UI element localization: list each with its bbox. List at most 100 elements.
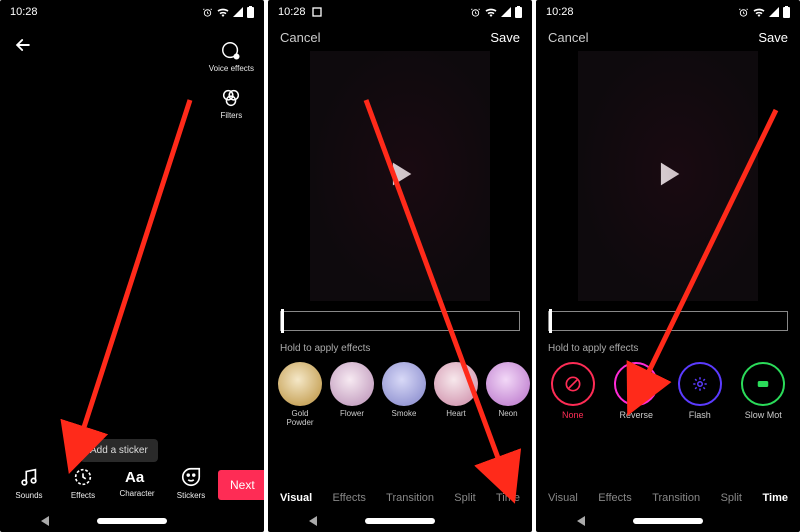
effect-smoke[interactable]: Smoke: [382, 362, 426, 428]
cancel-button[interactable]: Cancel: [548, 30, 588, 45]
filters-button[interactable]: Filters: [220, 87, 242, 120]
voice-effects-button[interactable]: Voice effects: [209, 40, 254, 73]
voice-effects-label: Voice effects: [209, 64, 254, 73]
tab-visual[interactable]: Visual: [546, 486, 580, 510]
tab-split[interactable]: Split: [719, 486, 744, 510]
video-preview[interactable]: [310, 51, 490, 301]
alarm-icon: [470, 7, 481, 18]
screen-editor-main: 10:28 Voice effects Filters: [0, 0, 264, 532]
status-bar: 10:28: [268, 0, 532, 24]
filters-icon: [220, 87, 242, 109]
playhead-indicator[interactable]: [281, 309, 284, 333]
video-preview[interactable]: [578, 51, 758, 301]
effects-button[interactable]: Effects: [64, 466, 102, 500]
tab-transition[interactable]: Transition: [650, 486, 702, 510]
character-button[interactable]: Aa Character: [118, 466, 156, 500]
slowmo-icon: [754, 375, 772, 393]
battery-icon: [247, 6, 254, 18]
android-nav-bar: [0, 510, 264, 532]
signal-icon: [233, 7, 243, 17]
wifi-icon: [753, 7, 765, 17]
stickers-label: Stickers: [177, 491, 205, 500]
time-flash-label: Flash: [689, 410, 711, 420]
tab-time[interactable]: Time: [494, 486, 522, 510]
sounds-button[interactable]: Sounds: [10, 466, 48, 500]
effect-flower[interactable]: Flower: [330, 362, 374, 428]
signal-icon: [501, 7, 511, 17]
effects-clock-icon: [72, 466, 94, 488]
tab-visual[interactable]: Visual: [278, 486, 314, 510]
save-button[interactable]: Save: [490, 30, 520, 45]
tab-transition[interactable]: Transition: [384, 486, 436, 510]
status-bar: 10:28: [0, 0, 264, 24]
nav-home-pill[interactable]: [97, 518, 167, 524]
effect-gold-powder[interactable]: Gold Powder: [278, 362, 322, 428]
next-button[interactable]: Next: [218, 470, 264, 500]
hold-to-apply-hint: Hold to apply effects: [548, 343, 800, 354]
signal-icon: [769, 7, 779, 17]
time-none-label: None: [562, 410, 584, 420]
time-effect-none[interactable]: None: [548, 362, 598, 420]
time-effect-slowmo[interactable]: Slow Mot: [739, 362, 789, 420]
alarm-icon: [738, 7, 749, 18]
nav-back-icon[interactable]: [309, 516, 317, 526]
status-icons: [738, 6, 790, 18]
add-sticker-tooltip: Add a sticker: [80, 439, 158, 462]
visual-effects-row: Gold Powder Flower Smoke Heart Neon Rain…: [268, 362, 532, 428]
tab-time[interactable]: Time: [761, 486, 790, 510]
music-note-icon: [18, 466, 40, 488]
status-bar: 10:28: [536, 0, 800, 24]
tab-effects[interactable]: Effects: [330, 486, 367, 510]
character-label: Character: [119, 489, 154, 498]
svg-text:Aa: Aa: [125, 469, 145, 486]
effects-label: Effects: [71, 491, 95, 500]
time-effect-reverse[interactable]: Reverse: [612, 362, 662, 420]
cancel-button[interactable]: Cancel: [280, 30, 320, 45]
time-effect-flash[interactable]: Flash: [675, 362, 725, 420]
nav-home-pill[interactable]: [633, 518, 703, 524]
time-effects-row: None Reverse Flash Slow Mot: [536, 362, 800, 420]
tab-effects[interactable]: Effects: [596, 486, 633, 510]
playhead-indicator[interactable]: [549, 309, 552, 333]
wifi-icon: [217, 7, 229, 17]
back-button[interactable]: [10, 32, 36, 58]
tab-split[interactable]: Split: [452, 486, 477, 510]
save-button[interactable]: Save: [758, 30, 788, 45]
status-time: 10:28: [546, 6, 574, 18]
effect-neon[interactable]: Neon: [486, 362, 530, 428]
flash-icon: [691, 375, 709, 393]
status-time: 10:28: [278, 6, 306, 18]
text-aa-icon: Aa: [125, 466, 149, 486]
play-icon[interactable]: [651, 157, 685, 196]
hold-to-apply-hint: Hold to apply effects: [280, 343, 532, 354]
voice-effects-icon: [220, 40, 242, 62]
status-icons: [470, 6, 522, 18]
alarm-icon: [202, 7, 213, 18]
video-timeline[interactable]: [548, 311, 788, 331]
time-reverse-label: Reverse: [619, 410, 653, 420]
effect-category-tabs: Visual Effects Transition Split Time: [268, 478, 532, 510]
battery-icon: [515, 6, 522, 18]
filters-label: Filters: [221, 111, 243, 120]
none-icon: [563, 374, 583, 394]
nav-back-icon[interactable]: [577, 516, 585, 526]
status-icons: [202, 6, 254, 18]
android-nav-bar: [536, 510, 800, 532]
nav-home-pill[interactable]: [365, 518, 435, 524]
status-time: 10:28: [10, 6, 38, 18]
sounds-label: Sounds: [15, 491, 42, 500]
battery-icon: [783, 6, 790, 18]
effect-heart[interactable]: Heart: [434, 362, 478, 428]
nav-back-icon[interactable]: [41, 516, 49, 526]
effect-category-tabs: Visual Effects Transition Split Time: [536, 478, 800, 510]
screen-effects-time: 10:28 Cancel Save Hold to apply effects: [536, 0, 800, 532]
sticker-smiley-icon: [180, 466, 202, 488]
video-timeline[interactable]: [280, 311, 520, 331]
reverse-icon: [627, 375, 645, 393]
stickers-button[interactable]: Stickers: [172, 466, 210, 500]
time-slowmo-label: Slow Mot: [745, 410, 782, 420]
play-icon[interactable]: [383, 157, 417, 196]
annotation-arrow: [20, 90, 220, 475]
android-nav-bar: [268, 510, 532, 532]
wifi-icon: [485, 7, 497, 17]
